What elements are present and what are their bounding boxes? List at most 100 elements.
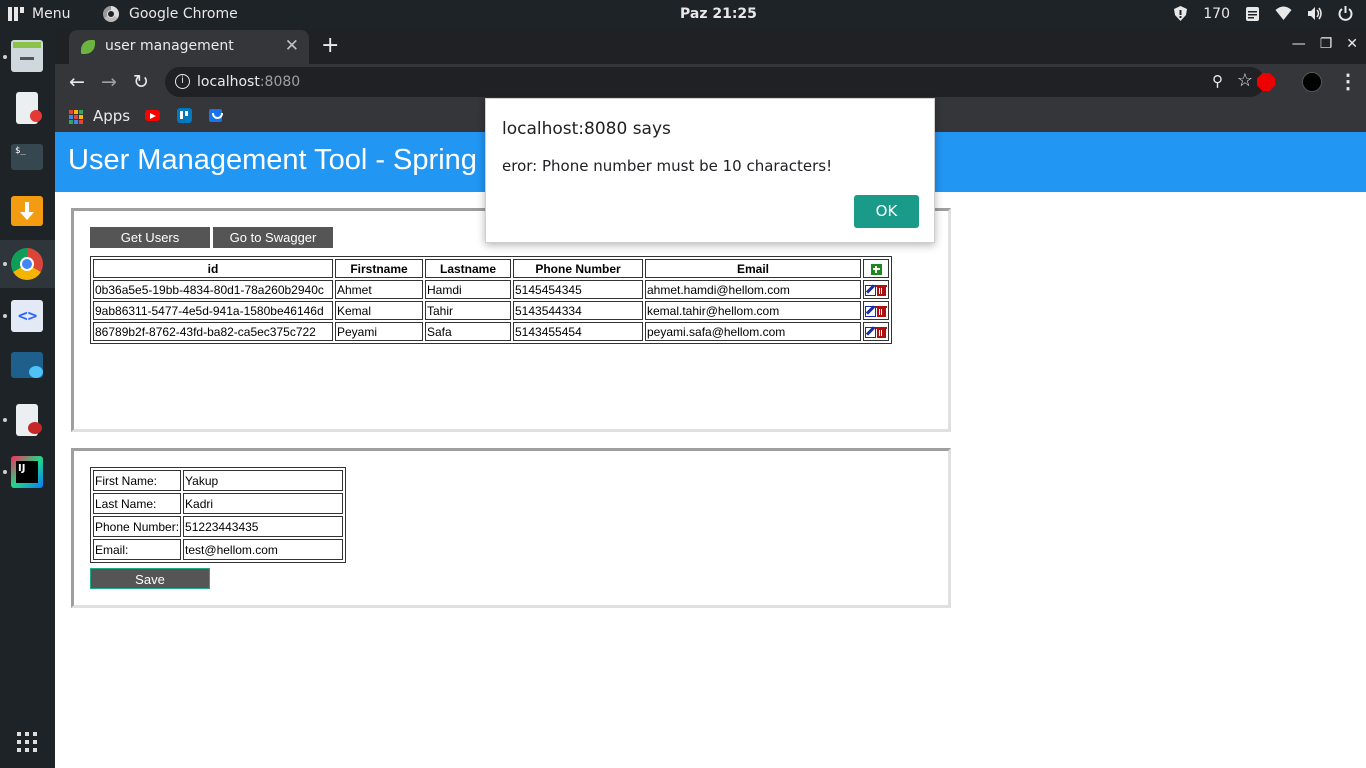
text-editor-icon[interactable] <box>16 92 42 124</box>
pocket-bookmark-icon[interactable] <box>209 109 223 122</box>
volume-icon[interactable] <box>1306 5 1323 22</box>
form-row-phone: Phone Number: 51223443435 <box>93 516 344 537</box>
cell-id: 9ab86311-5477-4e5d-941a-1580be46146d <box>93 301 333 320</box>
apps-grid-icon[interactable] <box>69 110 83 124</box>
running-indicator <box>3 55 7 59</box>
back-button[interactable]: ← <box>65 70 89 94</box>
form-row-email: Email: test@hellom.com <box>93 539 344 560</box>
bookmark-star-icon[interactable]: ☆ <box>1237 70 1253 91</box>
email-input[interactable]: test@hellom.com <box>183 539 344 560</box>
column-header-id: id <box>93 259 333 278</box>
browser-menu-icon[interactable]: ⋮ <box>1338 69 1358 94</box>
table-header-row: id Firstname Lastname Phone Number Email <box>93 259 889 278</box>
clipboard-icon[interactable] <box>1244 5 1261 22</box>
address-bar[interactable]: i localhost:8080 ⚲ ☆ <box>165 67 1265 97</box>
dialog-message: eror: Phone number must be 10 characters… <box>502 157 833 175</box>
shield-icon[interactable] <box>1172 5 1189 22</box>
edit-icon[interactable] <box>865 326 876 338</box>
system-menu-button[interactable]: Menu <box>8 6 70 22</box>
cell-id: 0b36a5e5-19bb-4834-80d1-78a260b2940c <box>93 280 333 299</box>
alert-dialog: localhost:8080 says eror: Phone number m… <box>485 98 935 243</box>
youtube-bookmark-icon[interactable] <box>145 110 160 121</box>
screenshot-icon[interactable] <box>11 352 43 378</box>
reload-button[interactable]: ↻ <box>129 70 153 94</box>
terminal-icon[interactable]: $_ <box>11 144 43 170</box>
clock[interactable]: Paz 21:25 <box>680 6 757 22</box>
first-name-input[interactable]: Yakup <box>183 470 344 491</box>
power-icon[interactable] <box>1337 5 1354 22</box>
delete-icon[interactable] <box>876 326 887 338</box>
document-viewer-icon[interactable] <box>16 404 42 436</box>
trello-bookmark-icon[interactable] <box>177 108 192 123</box>
tray-count: 170 <box>1203 5 1230 22</box>
tab-strip: user management ✕ + — ❐ ✕ <box>55 30 1366 64</box>
phone-number-input[interactable]: 51223443435 <box>183 516 344 537</box>
cell-email: peyami.safa@hellom.com <box>645 322 861 341</box>
site-info-icon[interactable]: i <box>175 74 190 89</box>
last-name-input[interactable]: Kadri <box>183 493 344 514</box>
window-controls: — ❐ ✕ <box>1292 36 1358 52</box>
restore-icon[interactable]: ❐ <box>1320 36 1333 52</box>
zoom-icon[interactable]: ⚲ <box>1212 72 1223 90</box>
spring-leaf-icon <box>81 40 95 54</box>
get-users-button[interactable]: Get Users <box>90 227 210 248</box>
minimize-icon[interactable]: — <box>1292 36 1306 52</box>
left-dock: $_ <> IJ <box>0 30 55 768</box>
running-indicator <box>3 314 7 318</box>
cell-lastname: Tahir <box>425 301 511 320</box>
active-app-indicator[interactable]: Google Chrome <box>103 6 238 22</box>
tab-user-management[interactable]: user management ✕ <box>69 30 309 64</box>
cell-firstname: Kemal <box>335 301 423 320</box>
cell-lastname: Safa <box>425 322 511 341</box>
go-to-swagger-button[interactable]: Go to Swagger <box>213 227 333 248</box>
forward-button[interactable]: → <box>97 70 121 94</box>
system-tray: 170 <box>1172 5 1354 22</box>
chrome-dock-icon[interactable] <box>11 248 43 280</box>
url-host: localhost <box>197 74 260 90</box>
new-tab-button[interactable]: + <box>321 33 339 58</box>
first-name-label: First Name: <box>93 470 182 491</box>
bookmark-apps[interactable]: Apps <box>93 107 130 125</box>
column-header-email: Email <box>645 259 861 278</box>
files-icon[interactable] <box>11 40 43 72</box>
save-button[interactable]: Save <box>90 568 210 589</box>
add-user-icon[interactable] <box>870 263 882 275</box>
form-row-last-name: Last Name: Kadri <box>93 493 344 514</box>
system-menu-label: Menu <box>32 6 71 22</box>
profile-avatar[interactable] <box>1302 72 1322 92</box>
email-label: Email: <box>93 539 182 560</box>
running-indicator <box>3 418 7 422</box>
edit-icon[interactable] <box>865 305 876 317</box>
running-indicator <box>3 262 7 266</box>
table-row: 9ab86311-5477-4e5d-941a-1580be46146d Kem… <box>93 301 889 320</box>
system-top-bar: Menu Google Chrome Paz 21:25 170 <box>0 0 1366 30</box>
tab-close-icon[interactable]: ✕ <box>285 36 299 56</box>
last-name-label: Last Name: <box>93 493 182 514</box>
column-header-lastname: Lastname <box>425 259 511 278</box>
cell-email: ahmet.hamdi@hellom.com <box>645 280 861 299</box>
cell-actions <box>863 280 889 299</box>
running-indicator <box>3 470 7 474</box>
close-window-icon[interactable]: ✕ <box>1346 36 1358 52</box>
download-icon[interactable] <box>11 196 43 226</box>
cell-firstname: Ahmet <box>335 280 423 299</box>
url-text[interactable]: localhost:8080 <box>197 74 300 90</box>
page-title: User Management Tool - Spring Boot <box>68 144 545 176</box>
intellij-icon[interactable]: IJ <box>11 456 43 488</box>
edit-icon[interactable] <box>865 284 876 296</box>
app-grid-icon[interactable] <box>17 732 37 752</box>
dialog-ok-button[interactable]: OK <box>854 195 919 228</box>
code-editor-icon[interactable]: <> <box>11 300 43 332</box>
cell-phone: 5143455454 <box>513 322 643 341</box>
dialog-title: localhost:8080 says <box>502 119 671 139</box>
delete-icon[interactable] <box>876 305 887 317</box>
menu-icon <box>8 6 26 22</box>
cell-actions <box>863 301 889 320</box>
wifi-icon[interactable] <box>1275 5 1292 22</box>
user-form: First Name: Yakup Last Name: Kadri Phone… <box>90 467 347 563</box>
browser-toolbar: ← → ↻ i localhost:8080 ⚲ ☆ ⋮ <box>55 64 1366 100</box>
delete-icon[interactable] <box>876 284 887 296</box>
active-app-label: Google Chrome <box>129 6 238 22</box>
cell-id: 86789b2f-8762-43fd-ba82-ca5ec375c722 <box>93 322 333 341</box>
users-table: id Firstname Lastname Phone Number Email… <box>90 256 892 344</box>
